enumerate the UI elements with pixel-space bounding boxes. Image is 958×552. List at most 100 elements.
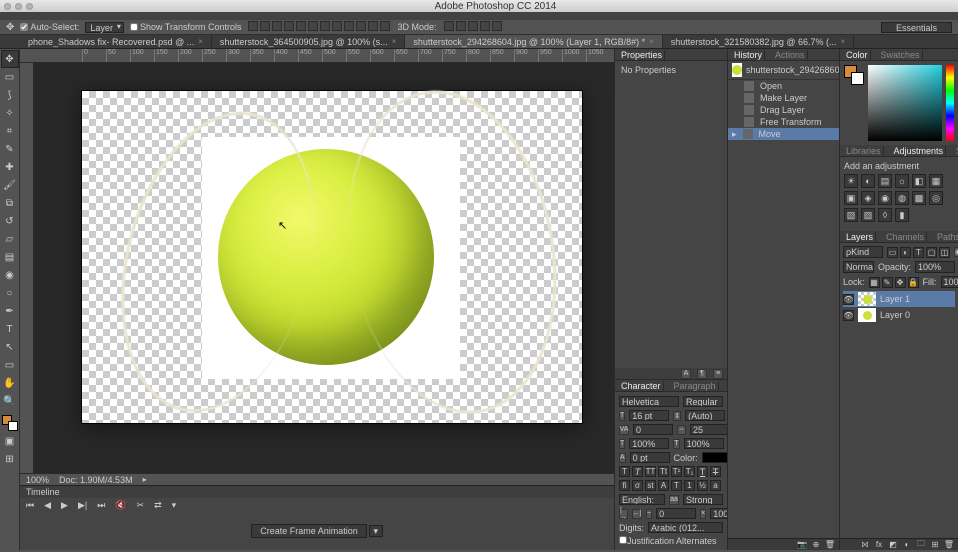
visibility-icon[interactable]: 👁	[843, 310, 854, 321]
menubar[interactable]	[0, 12, 958, 20]
fg-bg-swatch[interactable]	[2, 415, 18, 431]
history-snapshot[interactable]: shutterstock_294268604.jpg	[728, 61, 839, 80]
kerning-field[interactable]: 0	[633, 424, 673, 435]
pen-tool[interactable]: ✒	[2, 303, 18, 319]
adj-layer-icon[interactable]: ◐	[902, 540, 912, 550]
fill-field[interactable]: 100%	[941, 276, 958, 288]
dir-rtl-icon[interactable]: ←|	[632, 509, 642, 519]
canvas-stage[interactable]: ↖	[34, 63, 614, 473]
zoom-value[interactable]: 100%	[26, 475, 49, 485]
workspace-switcher[interactable]: Essentials	[881, 22, 952, 33]
color-fgbg-swatch[interactable]	[844, 65, 864, 85]
document-tab[interactable]: phone_Shadows fix- Recovered.psd @ ...×	[20, 35, 212, 48]
libraries-tab[interactable]: Libraries	[844, 146, 884, 156]
opacity-field[interactable]: 100%	[915, 261, 955, 273]
adjust-row-3[interactable]: ▧▨◊▮	[844, 208, 954, 222]
vscale-field[interactable]: 100%	[629, 438, 669, 449]
document-tab[interactable]: shutterstock_294268604.jpg @ 100% (Layer…	[405, 35, 662, 48]
auto-select-checkbox[interactable]: Auto-Select:	[20, 22, 79, 32]
mask-icon[interactable]: ◩	[888, 540, 898, 550]
layer-name[interactable]: Layer 0	[880, 310, 910, 320]
digits-field[interactable]: Arabic (012...	[648, 522, 723, 533]
properties-tab[interactable]: Properties	[619, 50, 665, 60]
new-layer-icon[interactable]: ⊞	[930, 540, 940, 550]
heal-tool[interactable]: ✚	[2, 159, 18, 175]
show-transform-checkbox[interactable]: Show Transform Controls	[130, 22, 242, 32]
create-frame-animation-button[interactable]: Create Frame Animation	[251, 524, 367, 538]
tracking-field[interactable]: 25	[690, 424, 730, 435]
font-style-field[interactable]: Regular	[683, 396, 723, 407]
fx-icon[interactable]: fx	[874, 540, 884, 550]
hscale-field[interactable]: 100%	[684, 438, 724, 449]
3d-icons[interactable]	[443, 21, 503, 33]
color-tab[interactable]: Color	[844, 50, 871, 60]
history-item[interactable]: Drag Layer	[728, 104, 839, 116]
align-icons[interactable]	[247, 21, 391, 33]
language-field[interactable]: English: UK	[619, 494, 665, 505]
hue-slider[interactable]	[946, 65, 954, 141]
timeline-type-dropdown[interactable]: ▾	[369, 525, 383, 537]
aa-field[interactable]: Strong	[683, 494, 723, 505]
layer-row[interactable]: 👁 Layer 1	[843, 291, 955, 307]
crop-tool[interactable]: ⌗	[2, 123, 18, 139]
snapshot-icon[interactable]: 📷	[797, 540, 807, 550]
mac-min-icon[interactable]	[15, 3, 22, 10]
close-icon[interactable]: ×	[649, 37, 654, 46]
document-tab[interactable]: shutterstock_364500905.jpg @ 100% (s...×	[212, 35, 405, 48]
shape-tool[interactable]: ▭	[2, 357, 18, 373]
eyedropper-tool[interactable]: ✎	[2, 141, 18, 157]
close-icon[interactable]: ×	[841, 37, 846, 46]
marquee-tool[interactable]: ▭	[2, 69, 18, 85]
char-mini-icon[interactable]: A	[681, 369, 691, 379]
baseline-field[interactable]: 0 pt	[630, 452, 670, 463]
color-field[interactable]	[868, 65, 942, 141]
ruler-vertical[interactable]	[20, 63, 34, 473]
document-tab[interactable]: shutterstock_321580382.jpg @ 66.7% (...×	[663, 35, 854, 48]
visibility-icon[interactable]: 👁	[843, 294, 854, 305]
font-family-field[interactable]: Helvetica Neue W...	[619, 396, 679, 407]
path-tool[interactable]: ↖	[2, 339, 18, 355]
leading-field[interactable]: (Auto)	[685, 410, 725, 421]
delete-layer-icon[interactable]: 🗑	[944, 540, 954, 550]
lock-icons[interactable]: ▦✎✥🔒	[869, 277, 919, 288]
close-icon[interactable]: ×	[198, 37, 203, 46]
new-state-icon[interactable]: ⊕	[811, 540, 821, 550]
opentype-buttons[interactable]: fiσstAT1½a	[619, 480, 723, 491]
history-item[interactable]: Free Transform	[728, 116, 839, 128]
kashida-field[interactable]: 0	[656, 508, 696, 519]
group-icon[interactable]: 🗀	[916, 540, 926, 550]
timeline-controls[interactable]: ⏮◀▶▶|⏭ 🔇✂⇄▾	[20, 498, 614, 512]
dodge-tool[interactable]: ○	[2, 285, 18, 301]
paths-tab[interactable]: Paths	[935, 232, 958, 242]
layer-filter-icons[interactable]: ▭◐T▢◫	[887, 247, 950, 258]
layer-row[interactable]: 👁 Layer 0	[843, 307, 955, 323]
history-tab[interactable]: History	[732, 50, 765, 60]
eraser-tool[interactable]: ▱	[2, 231, 18, 247]
blur-tool[interactable]: ◉	[2, 267, 18, 283]
type-tool[interactable]: T	[2, 321, 18, 337]
adjust-row-2[interactable]: ▣◈◉◍▩◎	[844, 191, 954, 205]
zoom-tool[interactable]: 🔍	[2, 393, 18, 409]
type-style-buttons[interactable]: TTTTTtT¹T₁TT	[619, 466, 723, 477]
channels-tab[interactable]: Channels	[884, 232, 927, 242]
justification-alt-checkbox[interactable]: Justification Alternates	[619, 536, 717, 546]
character-tab[interactable]: Character	[619, 381, 664, 391]
lasso-tool[interactable]: ⟆	[2, 87, 18, 103]
history-item[interactable]: ▸Move	[728, 128, 839, 140]
paragraph-tab[interactable]: Paragraph	[672, 381, 719, 391]
adjustments-tab[interactable]: Adjustments	[892, 146, 947, 156]
font-size-field[interactable]: 16 pt	[629, 410, 669, 421]
layers-tab[interactable]: Layers	[844, 232, 876, 242]
quickmask-icon[interactable]: ▣	[2, 433, 18, 449]
wand-tool[interactable]: ✧	[2, 105, 18, 121]
layer-name[interactable]: Layer 1	[880, 294, 910, 304]
status-arrow-icon[interactable]: ▸	[143, 475, 147, 484]
layer-filter-kind[interactable]: ρKind	[843, 246, 883, 258]
history-item[interactable]: Open	[728, 80, 839, 92]
styles-tab[interactable]: Styles	[954, 146, 958, 156]
layer-filter-toggle[interactable]: ◉	[954, 247, 958, 257]
panel-menu-icon[interactable]: ≡	[713, 369, 723, 379]
color-panel[interactable]	[840, 61, 958, 145]
close-icon[interactable]: ×	[392, 37, 397, 46]
adjust-row-1[interactable]: ☀◐▤☼◧▦	[844, 174, 954, 188]
